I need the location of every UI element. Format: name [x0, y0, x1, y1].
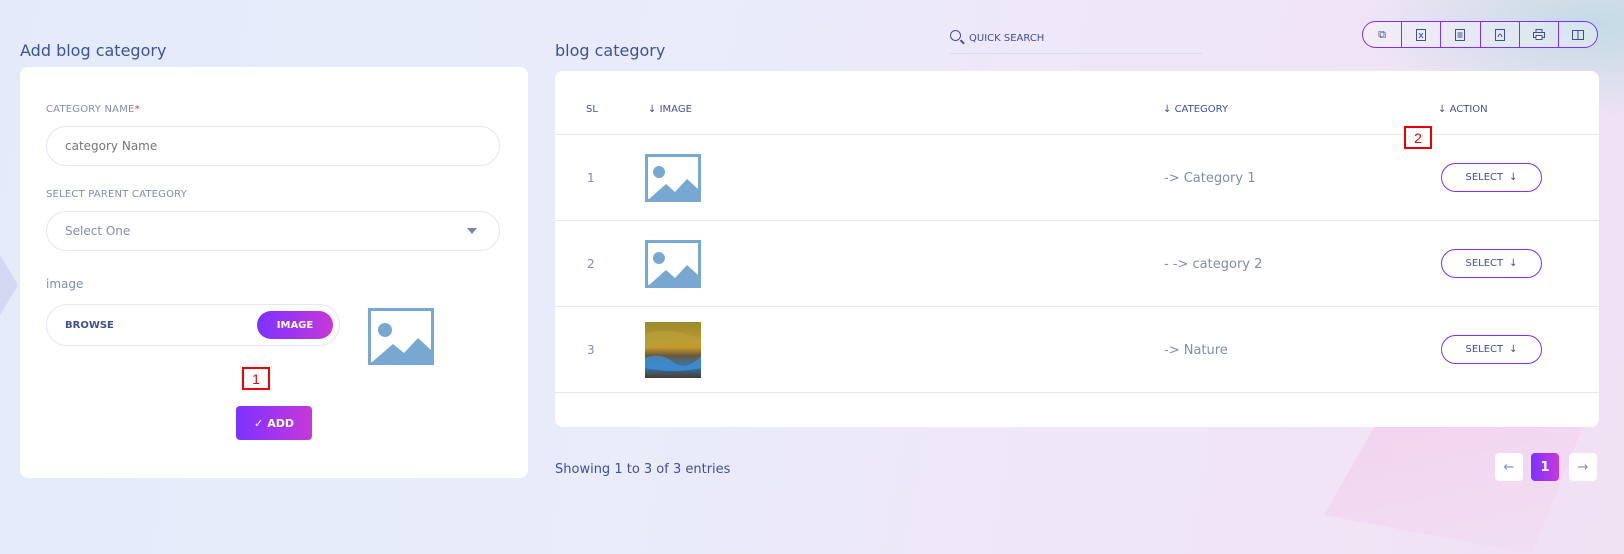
row-category: - -> category 2 [1164, 257, 1263, 272]
caret-down-icon [467, 228, 477, 234]
row-category: -> Nature [1164, 343, 1228, 358]
table-header: SL ↓ IMAGE ↓ CATEGORY ↓ ACTION [555, 71, 1599, 135]
add-category-form: CATEGORY NAME* SELECT PARENT CATEGORY Se… [20, 67, 528, 478]
copy-icon[interactable]: ⧉ [1363, 22, 1403, 47]
sort-arrow-icon: ↓ [648, 104, 657, 115]
pagination-next-arrow-icon[interactable]: → [1569, 453, 1597, 481]
arrow-down-icon: ↓ [1509, 258, 1518, 269]
arrow-down-icon: ↓ [1509, 344, 1518, 355]
sort-arrow-icon: ↓ [1163, 104, 1172, 115]
image-label: image [46, 277, 84, 291]
pdf-icon[interactable] [1481, 22, 1520, 47]
pagination-prev-arrow-icon[interactable]: ← [1495, 453, 1523, 481]
arrow-down-icon: ↓ [1509, 172, 1518, 183]
browse-text: BROWSE [65, 319, 114, 331]
columns-icon[interactable] [1559, 22, 1597, 47]
column-header-category[interactable]: ↓ CATEGORY [1163, 104, 1228, 115]
table-row: 3 -> Nature SELECT ↓ [555, 307, 1599, 393]
row-sl: 2 [587, 257, 595, 271]
excel-icon[interactable] [1402, 22, 1442, 47]
image-upload-button[interactable]: IMAGE [257, 311, 333, 339]
image-placeholder-icon [368, 308, 434, 365]
row-sl: 3 [587, 343, 595, 357]
image-placeholder-icon [645, 154, 701, 202]
print-icon[interactable] [1520, 22, 1559, 47]
parent-category-label: SELECT PARENT CATEGORY [46, 189, 188, 200]
blog-category-table: SL ↓ IMAGE ↓ CATEGORY ↓ ACTION 1 -> Cate… [555, 71, 1599, 427]
export-toolbar: ⧉ [1362, 21, 1598, 48]
category-name-input[interactable] [46, 126, 500, 166]
row-sl: 1 [587, 171, 595, 185]
row-action-select[interactable]: SELECT ↓ [1441, 163, 1542, 192]
nature-photo [645, 322, 701, 378]
blog-category-title: blog category [555, 41, 666, 60]
row-action-select[interactable]: SELECT ↓ [1441, 335, 1542, 364]
column-header-sl[interactable]: SL [586, 104, 598, 115]
parent-category-value: Select One [65, 224, 131, 238]
background-decoration [1324, 424, 1584, 554]
row-action-select[interactable]: SELECT ↓ [1441, 249, 1542, 278]
table-row: 1 -> Category 1 SELECT ↓ [555, 135, 1599, 221]
parent-category-select[interactable]: Select One [46, 211, 500, 251]
annotation-marker-1: 1 [242, 367, 270, 390]
add-category-title: Add blog category [20, 41, 167, 60]
check-icon: ✓ [254, 416, 264, 430]
background-decoration [0, 255, 18, 315]
pagination-page-1[interactable]: 1 [1531, 453, 1559, 481]
sort-arrow-icon: ↓ [1438, 104, 1447, 115]
row-category: -> Category 1 [1164, 171, 1256, 186]
table-row: 2 - -> category 2 SELECT ↓ [555, 221, 1599, 307]
entries-info: Showing 1 to 3 of 3 entries [555, 462, 731, 477]
image-upload-field[interactable]: BROWSE IMAGE [46, 304, 340, 346]
search-placeholder: QUICK SEARCH [969, 33, 1045, 44]
category-name-label: CATEGORY NAME* [46, 104, 140, 115]
image-placeholder-icon [645, 240, 701, 288]
add-button[interactable]: ✓ ADD [236, 406, 312, 440]
search-icon [950, 30, 961, 41]
csv-icon[interactable] [1441, 22, 1481, 47]
column-header-image[interactable]: ↓ IMAGE [648, 104, 692, 115]
annotation-marker-2: 2 [1404, 126, 1432, 149]
column-header-action[interactable]: ↓ ACTION [1438, 104, 1488, 115]
quick-search-input[interactable]: QUICK SEARCH [950, 24, 1202, 54]
add-button-label: ADD [267, 416, 294, 430]
